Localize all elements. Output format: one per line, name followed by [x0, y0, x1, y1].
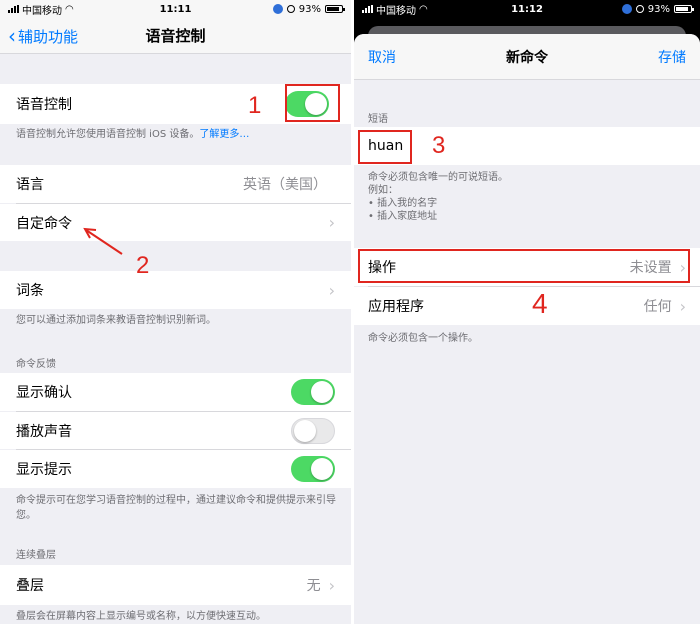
- chevron-right-icon: ›: [328, 213, 335, 232]
- sheet-navigation-bar: 取消 新命令 存储: [354, 34, 700, 80]
- new-command-screen: 中国移动 ◠ 11:12 93% 取消 新命令 存储 短语 命令必须包含唯一的可…: [354, 0, 700, 624]
- status-bar: 中国移动 ◠ 11:11 93%: [0, 0, 351, 18]
- signal-icon: [8, 5, 19, 13]
- overlay-row[interactable]: 叠层 无 ›: [0, 565, 351, 605]
- vocabulary-note: 您可以通过添加词条来教语音控制识别新词。: [16, 315, 216, 326]
- play-sound-toggle[interactable]: [291, 417, 335, 444]
- carrier-label: 中国移动: [376, 5, 416, 17]
- wifi-icon: ◠: [419, 3, 428, 15]
- microphone-icon: [272, 4, 283, 14]
- annotation-highlight-box: [358, 249, 690, 283]
- back-label: 辅助功能: [18, 27, 79, 46]
- overlay-value: 无: [306, 578, 321, 594]
- overlay-section-header: 连续叠层: [16, 550, 56, 561]
- custom-commands-label: 自定命令: [16, 215, 72, 232]
- orientation-lock-icon: [286, 5, 295, 13]
- custom-commands-row[interactable]: 自定命令 ›: [0, 204, 351, 241]
- battery-percent: 93%: [647, 3, 670, 15]
- phrase-section-header: 短语: [368, 114, 388, 125]
- show-hints-toggle[interactable]: [291, 456, 335, 482]
- hints-note: 命令提示可在您学习语音控制的过程中，通过建议命令和提供提示来引导您。: [16, 495, 336, 521]
- cancel-button[interactable]: 取消: [368, 47, 396, 67]
- save-button[interactable]: 存储: [658, 47, 686, 67]
- action-note: 命令必须包含一个操作。: [368, 333, 478, 344]
- show-confirmation-row: 显示确认: [0, 373, 351, 411]
- show-hints-label: 显示提示: [16, 462, 72, 478]
- signal-icon: [362, 5, 373, 13]
- language-row[interactable]: 语言 英语（美国）: [0, 165, 351, 203]
- voice-control-label: 语音控制: [16, 97, 72, 113]
- application-value: 任何: [643, 299, 672, 315]
- sheet-title: 新命令: [506, 49, 548, 66]
- show-hints-row: 显示提示: [0, 450, 351, 488]
- learn-more-link[interactable]: 了解更多…: [199, 129, 249, 140]
- vocabulary-label: 词条: [16, 283, 44, 299]
- application-label: 应用程序: [368, 299, 424, 315]
- vocabulary-row[interactable]: 词条 ›: [0, 271, 351, 309]
- overlay-label: 叠层: [16, 578, 44, 594]
- annotation-number-1: 1: [248, 92, 262, 119]
- navigation-bar: ‹ 辅助功能 语音控制: [0, 18, 351, 54]
- new-command-sheet: 取消 新命令 存储 短语 命令必须包含唯一的可说短语。 例如： • 插入我的名字…: [354, 34, 700, 624]
- voice-control-settings-screen: 中国移动 ◠ 11:11 93% ‹ 辅助功能 语音控制 语音控制 语音控制允许…: [0, 0, 351, 624]
- carrier-label: 中国移动: [22, 5, 62, 17]
- language-value: 英语（美国）: [243, 177, 327, 193]
- annotation-number-3: 3: [432, 132, 446, 159]
- chevron-right-icon: ›: [328, 280, 335, 300]
- annotation-number-2: 2: [136, 252, 150, 279]
- show-confirmation-label: 显示确认: [16, 385, 72, 401]
- overlay-note: 叠层会在屏幕内容上显示编号或名称，以方便快速互动。: [16, 611, 266, 622]
- back-button[interactable]: ‹ 辅助功能: [8, 18, 78, 54]
- orientation-lock-icon: [635, 5, 644, 13]
- battery-icon: [325, 5, 345, 13]
- wifi-icon: ◠: [65, 3, 74, 15]
- play-sound-label: 播放声音: [16, 423, 72, 440]
- microphone-icon: [621, 4, 632, 14]
- chevron-right-icon: ›: [328, 575, 335, 595]
- show-confirmation-toggle[interactable]: [291, 379, 335, 405]
- annotation-highlight-box: [285, 84, 340, 122]
- play-sound-row: 播放声音: [0, 412, 351, 449]
- phrase-note: 命令必须包含唯一的可说短语。 例如： • 插入我的名字 • 插入家庭地址: [368, 172, 508, 222]
- annotation-highlight-box: [358, 130, 412, 164]
- annotation-arrow-icon: [83, 227, 123, 255]
- language-label: 语言: [16, 177, 44, 193]
- status-bar: 中国移动 ◠ 11:12 93%: [354, 0, 700, 18]
- battery-percent: 93%: [298, 3, 321, 15]
- annotation-number-4: 4: [532, 288, 548, 319]
- chevron-left-icon: ‹: [8, 24, 16, 48]
- feedback-section-header: 命令反馈: [16, 359, 56, 370]
- chevron-right-icon: ›: [679, 296, 686, 316]
- voice-control-note: 语音控制允许您使用语音控制 iOS 设备。了解更多…: [16, 129, 250, 140]
- application-row[interactable]: 应用程序 任何 ›: [354, 287, 700, 325]
- battery-icon: [674, 5, 694, 13]
